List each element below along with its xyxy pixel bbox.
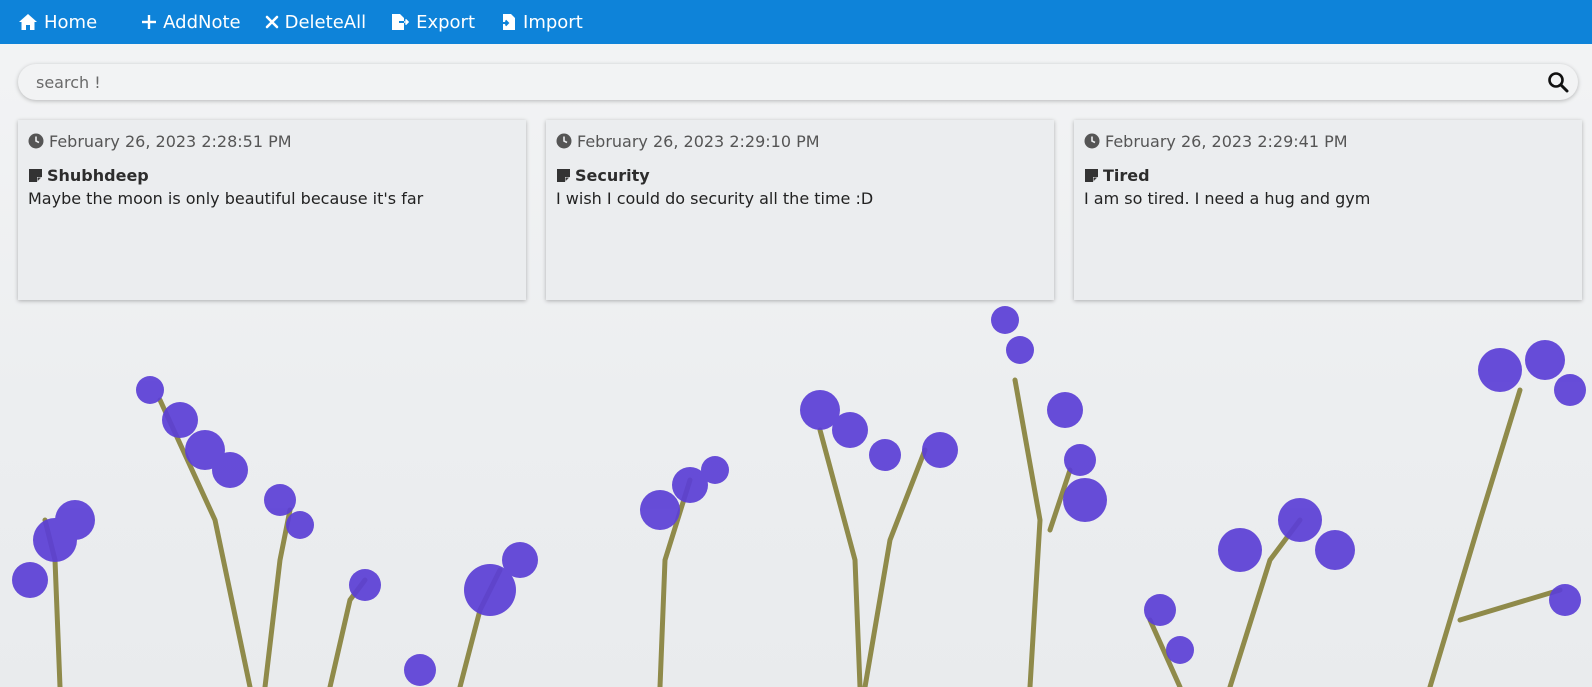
search-icon[interactable] <box>1538 71 1578 93</box>
nav-addnote-link[interactable]: AddNote <box>141 0 241 44</box>
nav-deleteall-link[interactable]: DeleteAll <box>265 0 366 44</box>
notes-list: February 26, 2023 2:28:51 PM Shubhdeep M… <box>18 120 1582 300</box>
nav-addnote-label: AddNote <box>163 11 241 33</box>
clock-icon <box>28 133 44 149</box>
nav-import-label: Import <box>523 11 583 33</box>
nav-export-link[interactable]: Export <box>390 0 475 44</box>
clock-icon <box>1084 133 1100 149</box>
sticky-note-icon <box>29 168 42 182</box>
note-date-text: February 26, 2023 2:29:10 PM <box>577 131 820 151</box>
note-card[interactable]: February 26, 2023 2:29:10 PM Security I … <box>546 120 1054 300</box>
note-title-text: Tired <box>1103 165 1150 185</box>
note-title-text: Shubhdeep <box>47 165 149 185</box>
nav-home-label: Home <box>44 11 98 33</box>
note-title-text: Security <box>575 165 650 185</box>
note-card[interactable]: February 26, 2023 2:29:41 PM Tired I am … <box>1074 120 1582 300</box>
note-body: Maybe the moon is only beautiful because… <box>28 189 424 208</box>
note-date-text: February 26, 2023 2:28:51 PM <box>49 131 292 151</box>
note-card[interactable]: February 26, 2023 2:28:51 PM Shubhdeep M… <box>18 120 526 300</box>
nav-export-label: Export <box>416 11 476 33</box>
clock-icon <box>556 133 572 149</box>
flowers-illustration <box>12 306 1586 687</box>
sticky-note-icon <box>557 168 570 182</box>
plus-icon <box>142 15 157 29</box>
background-image <box>0 0 1592 687</box>
search-input[interactable] <box>18 64 1538 100</box>
top-navbar: Home AddNote DeleteAll Export Import <box>0 0 1592 44</box>
x-icon <box>265 15 278 29</box>
nav-home-link[interactable]: Home <box>18 0 97 44</box>
note-date: February 26, 2023 2:29:10 PM <box>556 130 1044 152</box>
home-icon <box>19 14 37 30</box>
export-file-icon <box>392 14 410 30</box>
sticky-note-icon <box>1085 168 1098 182</box>
note-date: February 26, 2023 2:28:51 PM <box>28 130 516 152</box>
nav-deleteall-label: DeleteAll <box>284 11 367 33</box>
note-date-text: February 26, 2023 2:29:41 PM <box>1105 131 1348 151</box>
note-title: Tired <box>1084 164 1572 186</box>
note-title: Shubhdeep <box>28 164 516 186</box>
nav-import-link[interactable]: Import <box>499 0 583 44</box>
import-file-icon <box>500 14 516 30</box>
note-body: I am so tired. I need a hug and gym <box>1084 189 1371 208</box>
note-date: February 26, 2023 2:29:41 PM <box>1084 130 1572 152</box>
note-title: Security <box>556 164 1044 186</box>
note-body: I wish I could do security all the time … <box>556 189 874 208</box>
search-bar <box>18 64 1578 100</box>
